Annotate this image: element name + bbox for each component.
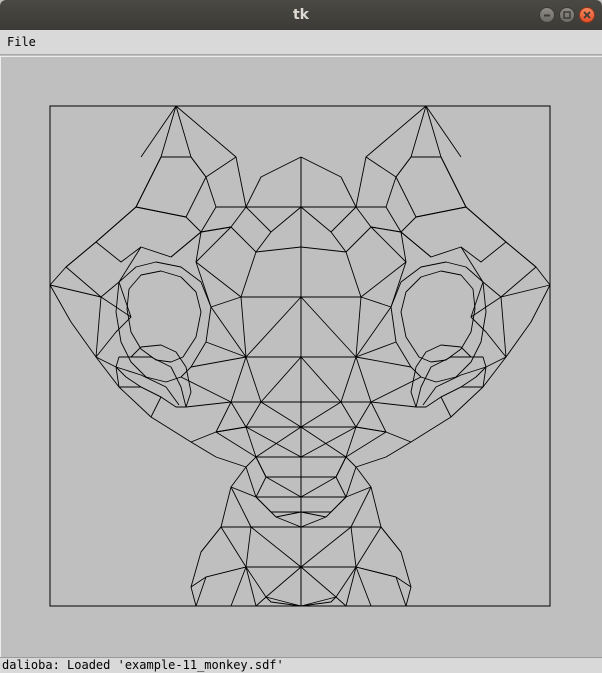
maximize-button[interactable] [559,7,575,23]
menu-bar: File [0,30,602,55]
status-message: dalioba: Loaded 'example-11_monkey.sdf' [2,658,284,672]
close-button[interactable] [579,7,595,23]
window-title: tk [292,7,309,23]
close-icon [583,11,591,19]
viewport-frame [49,105,551,607]
minimize-button[interactable] [539,7,555,23]
app-window: tk File dalioba: Loaded 'example-11_monk… [0,0,602,673]
menu-file[interactable]: File [2,32,41,52]
status-bar: dalioba: Loaded 'example-11_monkey.sdf' [0,657,602,673]
mesh-lines [49,105,551,607]
minimize-icon [544,14,550,17]
title-bar[interactable]: tk [0,0,602,30]
monkey-wireframe [49,105,551,607]
maximize-icon [563,11,571,19]
drawing-canvas[interactable] [0,56,602,657]
